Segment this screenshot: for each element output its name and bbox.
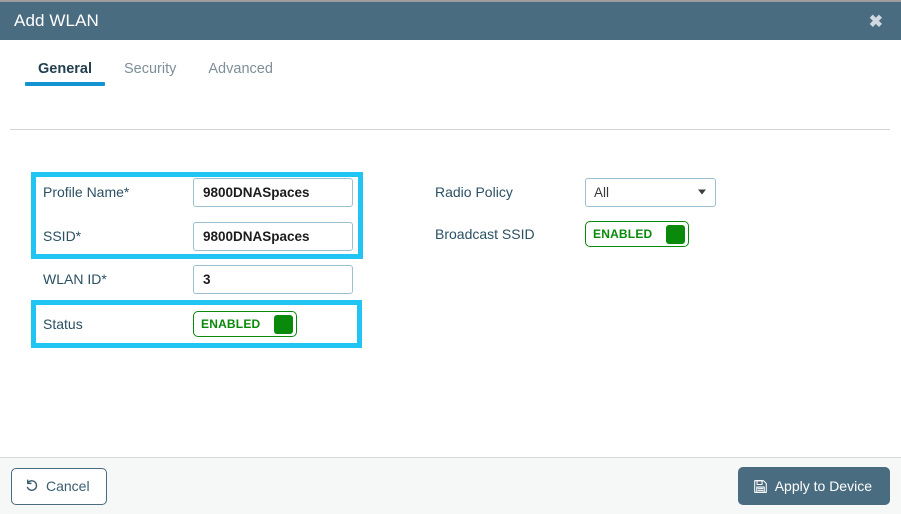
radio-policy-select-wrap: All [585,177,716,207]
close-icon[interactable]: ✖ [865,11,887,32]
apply-to-device-button[interactable]: Apply to Device [737,467,890,505]
radio-policy-label: Radio Policy [435,184,513,200]
profile-name-label: Profile Name* [43,184,130,200]
status-toggle[interactable]: ENABLED [193,311,297,337]
profile-name-input[interactable] [193,177,353,207]
cancel-button-label: Cancel [46,478,90,494]
broadcast-ssid-toggle-knob [666,224,685,244]
general-form: Profile Name* SSID* WLAN ID* Status ENAB… [0,86,901,348]
wlan-id-label: WLAN ID* [43,271,107,287]
broadcast-ssid-toggle[interactable]: ENABLED [585,221,689,247]
field-wlan-id: WLAN ID* [43,264,353,294]
ssid-label: SSID* [43,228,82,244]
cancel-button[interactable]: Cancel [11,467,107,505]
apply-to-device-label: Apply to Device [774,478,872,494]
ssid-input[interactable] [193,221,353,251]
undo-icon [25,479,39,493]
status-label: Status [43,316,83,332]
tab-advanced[interactable]: Advanced [192,61,289,86]
modal-body: General Security Advanced Profile Name* … [0,46,901,463]
status-toggle-label: ENABLED [201,317,261,331]
field-status: Status ENABLED [43,309,297,339]
field-broadcast-ssid: Broadcast SSID ENABLED [435,219,689,249]
add-wlan-modal: Add WLAN ✖ General Security Advanced Pro… [0,0,901,514]
radio-policy-select[interactable]: All [585,177,716,207]
modal-footer: Cancel Apply to Device [0,457,901,514]
broadcast-ssid-label: Broadcast SSID [435,226,535,242]
modal-header: Add WLAN ✖ [0,2,901,40]
tab-security[interactable]: Security [108,61,192,86]
broadcast-ssid-toggle-label: ENABLED [593,227,653,241]
field-ssid: SSID* [43,221,353,251]
tab-general[interactable]: General [22,61,108,86]
field-profile-name: Profile Name* [43,177,353,207]
status-toggle-knob [274,314,293,334]
page-title: Add WLAN [14,11,99,30]
save-icon [753,479,768,494]
tab-divider [10,129,890,130]
field-radio-policy: Radio Policy All [435,177,716,207]
tab-bar: General Security Advanced [0,46,901,86]
wlan-id-input[interactable] [193,264,353,294]
